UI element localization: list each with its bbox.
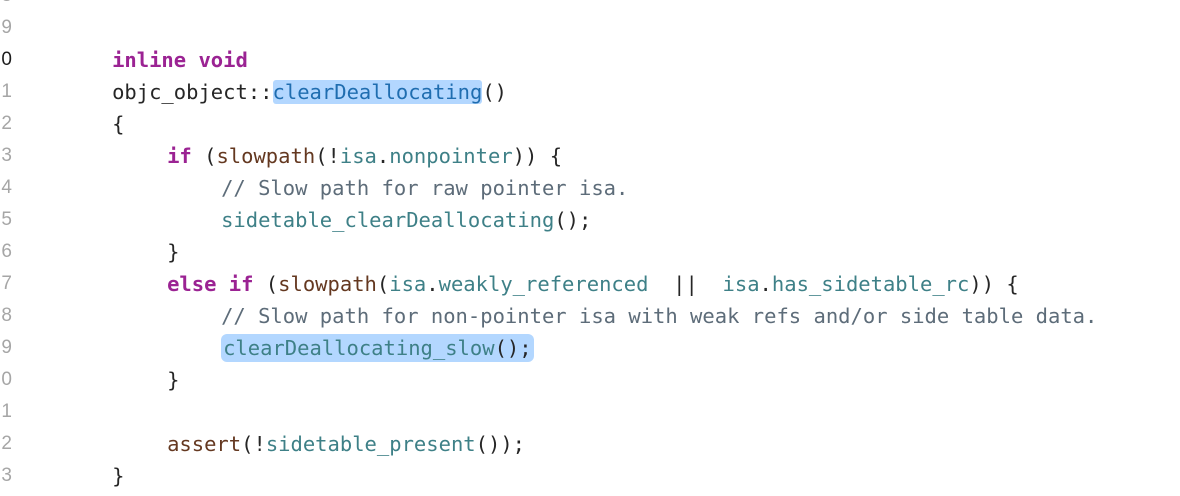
code-line[interactable]: assert(!sidetable_present());	[93, 396, 525, 456]
close-brace: }	[112, 464, 125, 488]
code-editor[interactable]: 8 9 0 1 2 3 4 5 6 7 8 9 0 1 2 3 inline v…	[0, 0, 1180, 496]
punctuation: ();	[494, 336, 532, 360]
function-call: sidetable_present	[265, 432, 476, 456]
code-line[interactable]: inline void	[38, 12, 248, 72]
macro-call: assert	[167, 432, 242, 456]
code-line-current[interactable]: objc_object::clearDeallocating()	[38, 44, 507, 104]
code-line[interactable]: sidetable_clearDeallocating();	[147, 172, 591, 232]
highlighted-call[interactable]: clearDeallocating_slow();	[221, 334, 534, 362]
code-line[interactable]: }	[93, 204, 179, 264]
code-line[interactable]: clearDeallocating_slow();	[147, 300, 534, 362]
punctuation: ();	[554, 208, 592, 232]
function-call: clearDeallocating_slow	[223, 336, 495, 360]
punctuation: ());	[475, 432, 526, 456]
punctuation: ()	[482, 80, 508, 104]
code-line[interactable]: {	[38, 76, 124, 136]
selected-function-name[interactable]: clearDeallocating	[272, 80, 483, 104]
code-area[interactable]: inline void objc_object::clearDeallocati…	[0, 0, 1180, 496]
code-line[interactable]: // Slow path for raw pointer isa.	[147, 140, 628, 200]
code-line[interactable]: }	[93, 332, 179, 392]
close-brace: }	[167, 368, 180, 392]
code-line[interactable]: if (slowpath(!isa.nonpointer)) {	[93, 108, 562, 168]
code-line[interactable]: // Slow path for non-pointer isa with we…	[147, 268, 1097, 328]
code-line[interactable]: }	[38, 428, 124, 488]
function-call: sidetable_clearDeallocating	[221, 208, 555, 232]
class-qualifier: objc_object::	[112, 80, 273, 104]
punctuation: (!	[241, 432, 266, 456]
code-line[interactable]: else if (slowpath(isa.weakly_referenced …	[93, 236, 1019, 296]
